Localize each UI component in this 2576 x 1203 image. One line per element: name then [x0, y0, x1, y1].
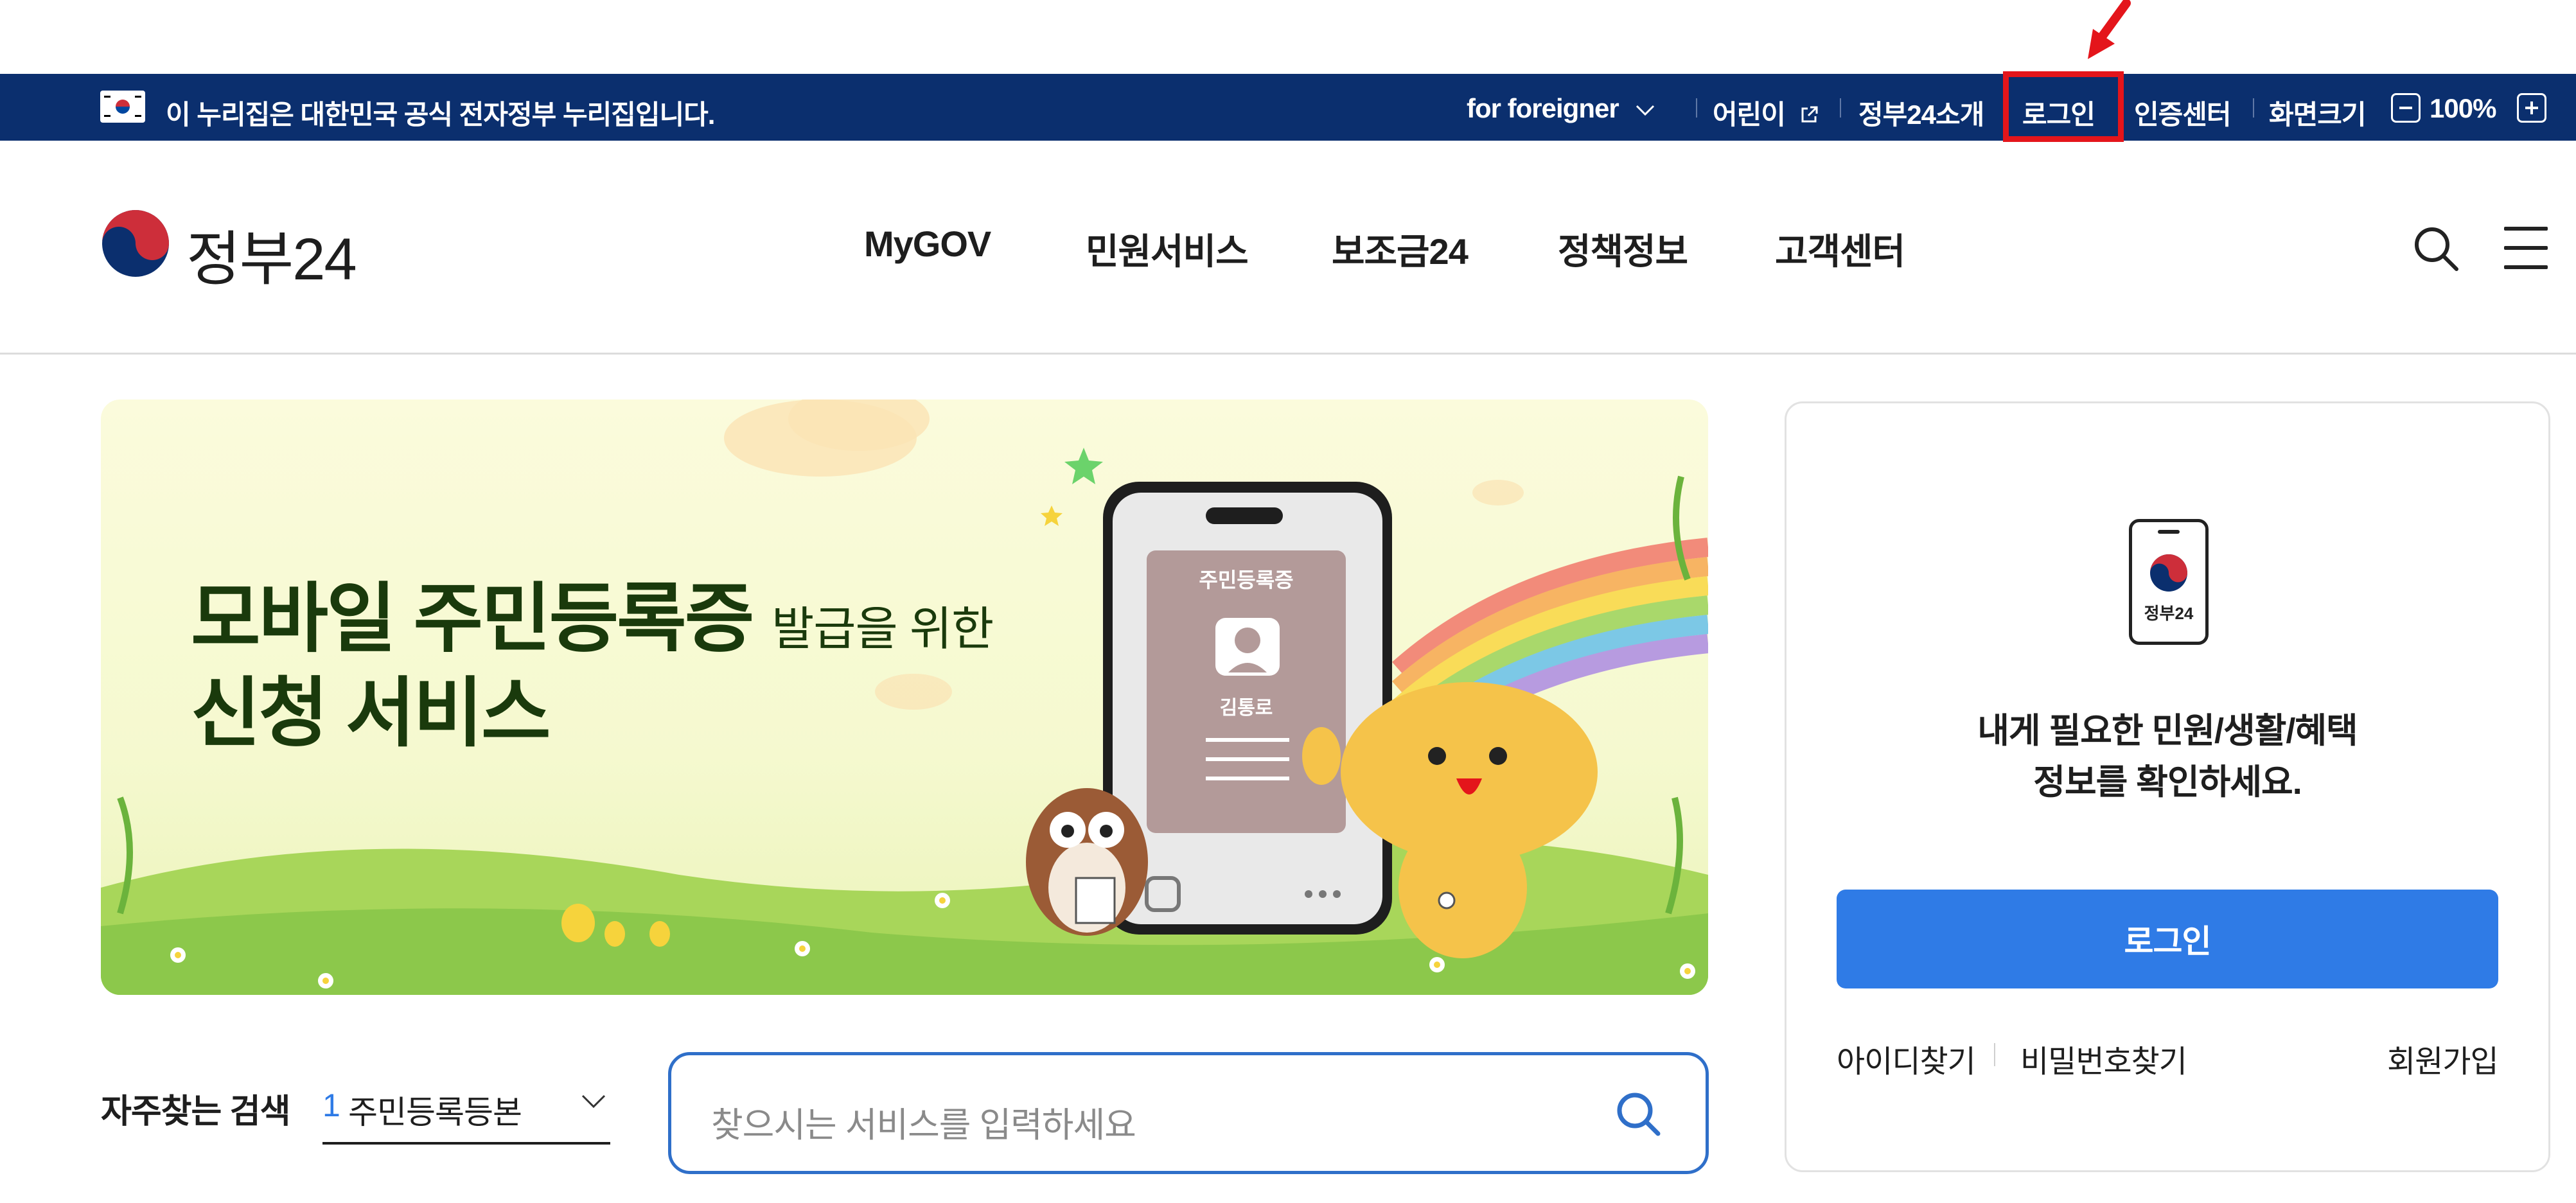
login-card: 정부24 내게 필요한 민원/생활/혜택 정보를 확인하세요. 로그인 아이디찾…: [1785, 401, 2550, 1172]
frequent-search-rank: 1: [322, 1087, 340, 1123]
chevron-down-icon: [581, 1094, 606, 1109]
id-card-title: 주민등록증: [1199, 568, 1294, 592]
for-foreigner-dropdown[interactable]: for foreigner: [1467, 93, 1656, 124]
cert-center-link[interactable]: 인증센터: [2134, 93, 2232, 132]
search-icon[interactable]: [2410, 223, 2462, 274]
hero-title-line2: 신청 서비스: [191, 671, 551, 756]
signup-link[interactable]: 회원가입: [2387, 1036, 2499, 1081]
for-foreigner-label: for foreigner: [1467, 93, 1619, 123]
frequent-search-label: 자주찾는 검색: [101, 1093, 290, 1130]
login-button[interactable]: 로그인: [1837, 890, 2498, 988]
korean-flag-icon: [100, 91, 145, 123]
zoom-level: 100%: [2430, 93, 2496, 123]
frequent-search-select[interactable]: 1 주민등록등본: [322, 1074, 610, 1145]
chevron-down-icon: [1636, 105, 1655, 116]
screen-size-label: 화면크기: [2269, 100, 2367, 130]
search-icon[interactable]: [1613, 1089, 1664, 1140]
login-card-message: 내게 필요한 민원/생활/혜택 정보를 확인하세요.: [1786, 705, 2548, 808]
gov-notice-text: 이 누리집은 대한민국 공식 전자정부 누리집입니다.: [166, 100, 715, 130]
gov-emblem-icon[interactable]: [100, 208, 171, 279]
hero-title-suffix: 발급을 위한: [772, 604, 994, 655]
hamburger-menu-icon[interactable]: [2504, 227, 2548, 269]
zoom-out-button[interactable]: [2391, 93, 2421, 123]
gov-notice-bar: 이 누리집은 대한민국 공식 전자정부 누리집입니다. for foreigne…: [0, 71, 2576, 142]
login-card-message-line1: 내게 필요한 민원/생활/혜택: [1977, 712, 2358, 750]
login-highlight-box: [2003, 71, 2124, 142]
find-id-link[interactable]: 아이디찾기: [1837, 1036, 1976, 1081]
login-card-message-line2: 정보를 확인하세요.: [2033, 763, 2302, 802]
site-logo-text[interactable]: 정부24: [186, 211, 357, 297]
phone-label: 정부24: [2144, 604, 2194, 623]
id-card-name: 김통로: [1219, 698, 1273, 719]
divider: [1696, 98, 1697, 118]
gov-emblem-icon: [2150, 554, 2187, 592]
find-password-link[interactable]: 비밀번호찾기: [2020, 1036, 2187, 1081]
site-header: 정부24 MyGOV 민원서비스 보조금24 정책정보 고객센터: [0, 141, 2576, 355]
divider: [2253, 98, 2254, 118]
nav-mygov[interactable]: MyGOV: [864, 223, 991, 265]
red-arrow-annotation: [2088, 0, 2131, 59]
zoom-in-button[interactable]: [2517, 93, 2546, 123]
kids-link[interactable]: 어린이: [1713, 93, 1819, 132]
nav-customer-center[interactable]: 고객센터: [1775, 223, 1905, 275]
divider: [1840, 98, 1841, 118]
hero-banner[interactable]: 모바일 주민등록증 발급을 위한 신청 서비스 주민등록증 김통로: [101, 400, 1708, 995]
hero-title-line1: 모바일 주민등록증 발급을 위한: [191, 557, 994, 667]
nav-policy-info[interactable]: 정책정보: [1558, 223, 1688, 275]
about-gov24-link[interactable]: 정부24소개: [1858, 93, 1984, 132]
search-input[interactable]: 찾으시는 서비스를 입력하세요: [668, 1052, 1709, 1174]
phone-icon: 정부24: [2129, 519, 2209, 645]
hero-title-main: 모바일 주민등록증: [191, 577, 754, 662]
kids-link-label: 어린이: [1713, 100, 1786, 130]
search-placeholder: 찾으시는 서비스를 입력하세요: [711, 1106, 1136, 1145]
frequent-search-value: 주민등록등본: [348, 1094, 522, 1130]
nav-civil-service[interactable]: 민원서비스: [1086, 223, 1249, 275]
external-link-icon: [1801, 106, 1818, 123]
nav-subsidy24[interactable]: 보조금24: [1332, 223, 1469, 275]
divider: [1994, 1043, 1995, 1066]
